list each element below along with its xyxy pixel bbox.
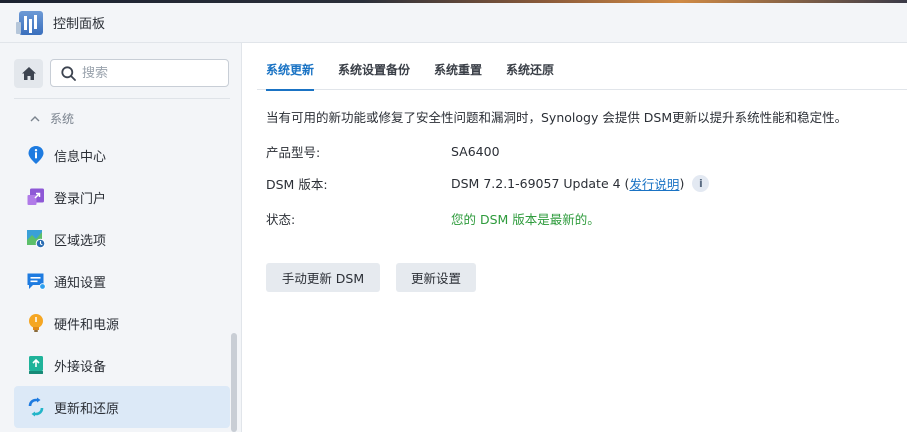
sidebar: 系统 信息中心 登录门户 [0, 43, 242, 432]
regional-options-icon [26, 229, 46, 249]
info-icon [26, 145, 46, 165]
update-settings-button[interactable]: 更新设置 [396, 263, 476, 292]
manual-update-button[interactable]: 手动更新 DSM [266, 263, 380, 292]
model-value: SA6400 [451, 144, 500, 159]
status-value: 您的 DSM 版本是最新的。 [451, 212, 600, 227]
release-notes-link[interactable]: 发行说明 [629, 174, 679, 193]
home-button[interactable] [14, 59, 43, 88]
sidebar-item-login-portal[interactable]: 登录门户 [14, 176, 230, 218]
sidebar-item-label: 通知设置 [54, 275, 107, 291]
external-devices-icon [26, 355, 46, 375]
window-title: 控制面板 [53, 17, 106, 32]
window-titlebar: 控制面板 [0, 3, 907, 43]
version-row: DSM 版本: DSM 7.2.1-69057 Update 4 ( 发行说明 … [266, 174, 710, 193]
chevron-up-icon [30, 115, 40, 122]
sidebar-nav: 信息中心 登录门户 区域选项 通知设置 硬件和电源 外接设备 更新和还原 [14, 134, 230, 428]
login-portal-icon [26, 187, 46, 207]
search-icon [61, 65, 76, 81]
version-value-group: DSM 7.2.1-69057 Update 4 ( 发行说明 ) i [451, 174, 710, 193]
status-label: 状态: [266, 212, 296, 227]
hardware-power-icon [26, 313, 46, 333]
sidebar-item-label: 硬件和电源 [54, 317, 120, 333]
version-label: DSM 版本: [266, 177, 328, 192]
version-suffix: ) [679, 176, 685, 191]
tab-system-restore[interactable]: 系统还原 [506, 43, 554, 90]
sidebar-item-info-center[interactable]: 信息中心 [14, 134, 230, 176]
status-row: 状态: 您的 DSM 版本是最新的。 [266, 209, 600, 228]
model-row: 产品型号: SA6400 [266, 142, 500, 161]
tab-bar: 系统更新 系统设置备份 系统重置 系统还原 [257, 43, 907, 91]
sidebar-scrollbar[interactable] [231, 333, 237, 432]
version-value: DSM 7.2.1-69057 Update 4 ( [451, 176, 630, 191]
main-panel: 系统更新 系统设置备份 系统重置 系统还原 当有可用的新功能或修复了安全性问题和… [243, 43, 907, 432]
sidebar-item-label: 登录门户 [54, 191, 107, 207]
search-field[interactable] [50, 59, 229, 87]
info-icon[interactable]: i [692, 175, 710, 192]
sidebar-item-label: 区域选项 [54, 233, 107, 249]
notification-icon [26, 271, 46, 291]
sidebar-item-label: 信息中心 [54, 149, 107, 165]
sidebar-item-update-restore[interactable]: 更新和还原 [14, 386, 230, 428]
model-label: 产品型号: [266, 145, 321, 160]
sidebar-item-label: 更新和还原 [54, 401, 120, 417]
tab-settings-backup[interactable]: 系统设置备份 [338, 43, 410, 90]
update-restore-icon [26, 397, 46, 417]
tab-system-reset[interactable]: 系统重置 [434, 43, 482, 90]
tab-system-update[interactable]: 系统更新 [266, 43, 315, 91]
sidebar-item-external-devices[interactable]: 外接设备 [14, 344, 230, 386]
search-input[interactable] [82, 65, 222, 81]
home-icon [21, 67, 36, 80]
control-panel-icon [16, 10, 43, 35]
sidebar-item-label: 外接设备 [54, 359, 107, 375]
group-label: 系统 [50, 111, 75, 126]
sidebar-item-regional-options[interactable]: 区域选项 [14, 218, 230, 260]
sidebar-item-notification[interactable]: 通知设置 [14, 260, 230, 302]
sidebar-divider [14, 98, 230, 99]
update-description: 当有可用的新功能或修复了安全性问题和漏洞时，Synology 会提供 DSM更新… [266, 110, 848, 125]
sidebar-item-hardware-power[interactable]: 硬件和电源 [14, 302, 230, 344]
group-header-system[interactable]: 系统 [30, 109, 74, 127]
